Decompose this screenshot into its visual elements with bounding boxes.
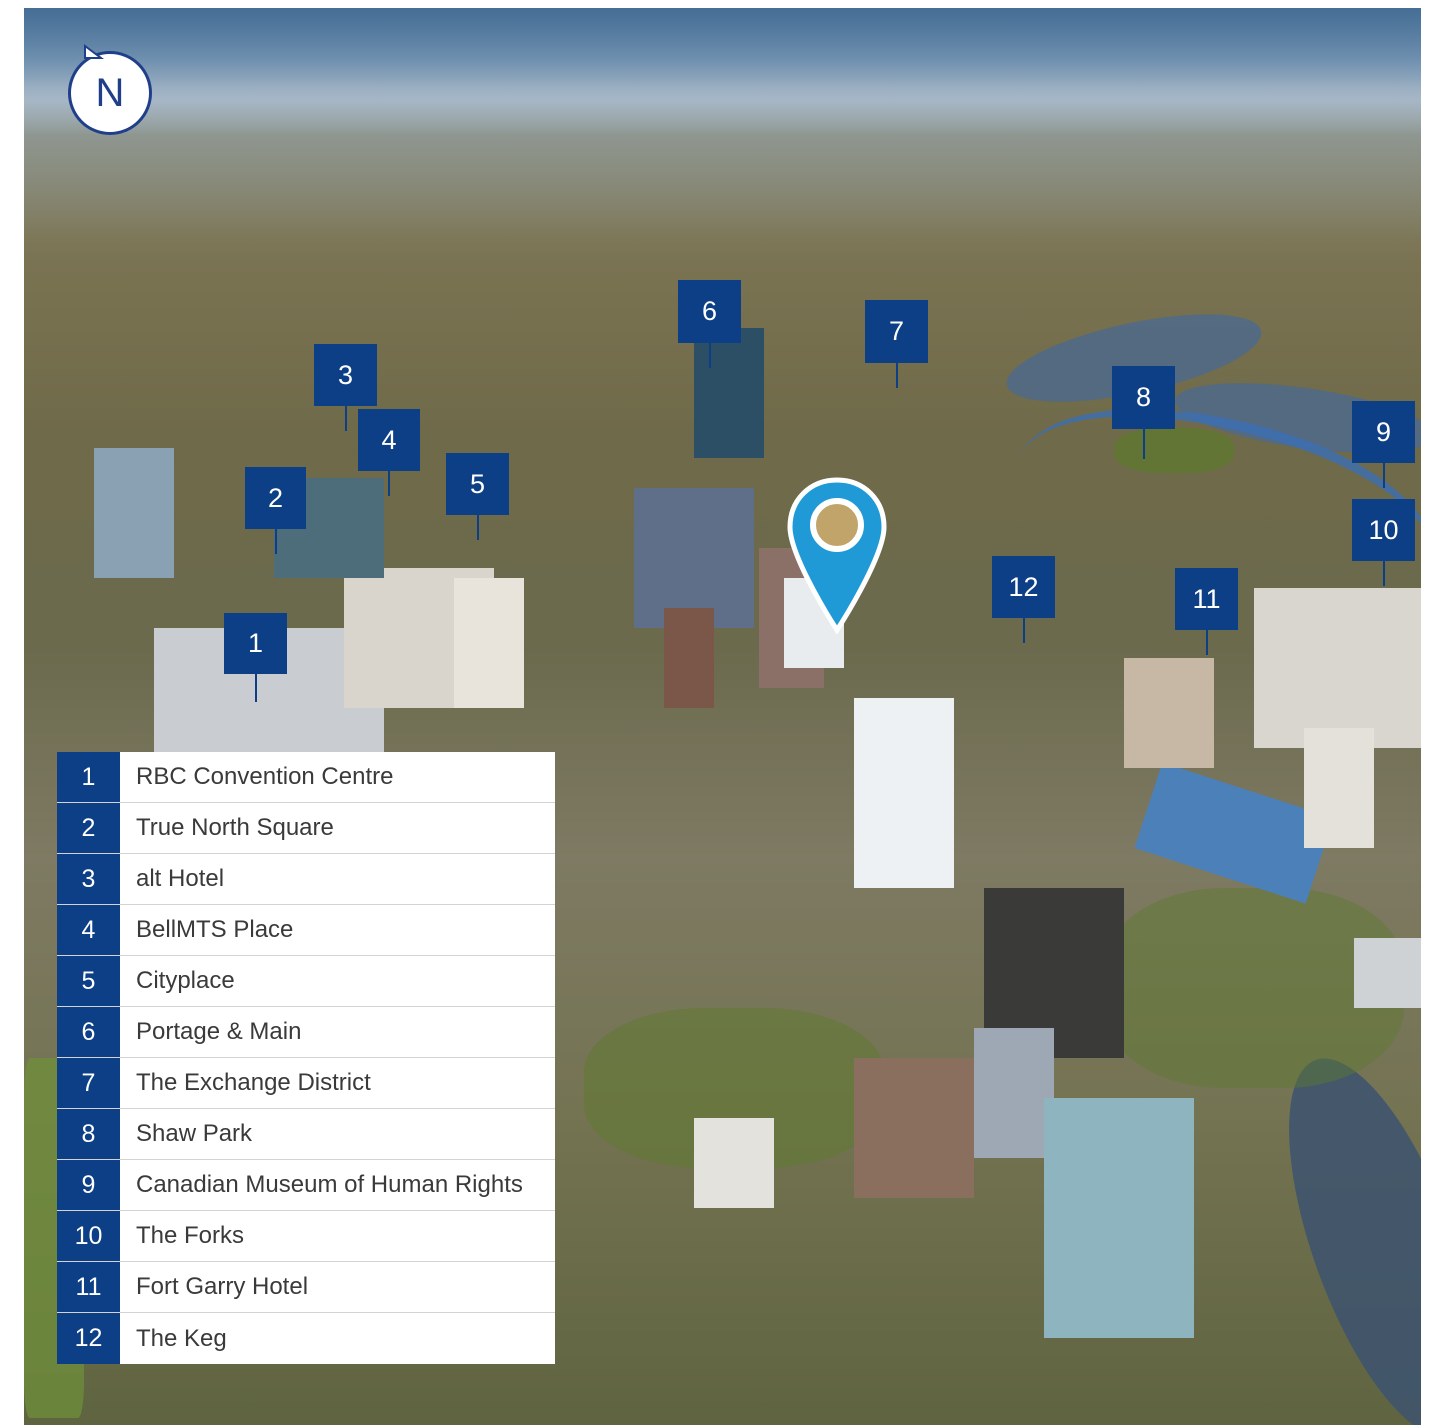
legend-row: 10 The Forks <box>57 1211 555 1262</box>
building <box>974 1028 1054 1158</box>
location-pin-icon[interactable] <box>786 476 888 641</box>
marker-stem <box>1383 561 1385 586</box>
legend-row: 2 True North Square <box>57 803 555 854</box>
marker-stem <box>477 515 479 540</box>
building <box>1254 588 1421 748</box>
map-marker-12[interactable]: 12 <box>992 556 1055 618</box>
building <box>694 328 764 458</box>
legend-name: RBC Convention Centre <box>136 763 394 790</box>
legend-row: 7 The Exchange District <box>57 1058 555 1109</box>
legend-name: Fort Garry Hotel <box>136 1273 309 1300</box>
building <box>1354 938 1421 1008</box>
building <box>1304 728 1374 848</box>
building <box>854 698 954 888</box>
marker-stem <box>1143 429 1145 459</box>
building <box>454 578 524 708</box>
legend-number: 1 <box>57 752 120 802</box>
river <box>1249 1036 1421 1425</box>
legend-number: 3 <box>57 854 120 904</box>
map-marker-8[interactable]: 8 <box>1112 366 1175 429</box>
marker-stem <box>388 471 390 496</box>
marker-stem <box>345 406 347 431</box>
park <box>1114 428 1234 473</box>
map-marker-6[interactable]: 6 <box>678 280 741 343</box>
sky-haze <box>24 8 1421 238</box>
legend-number: 4 <box>57 905 120 955</box>
legend-name: Cityplace <box>136 967 235 994</box>
marker-stem <box>275 529 277 554</box>
marker-stem <box>1206 630 1208 655</box>
map-marker-1[interactable]: 1 <box>224 613 287 674</box>
legend-name: The Exchange District <box>136 1069 371 1096</box>
map-marker-3[interactable]: 3 <box>314 344 377 406</box>
building <box>1124 658 1214 768</box>
legend-number: 9 <box>57 1160 120 1210</box>
compass-pointer-icon <box>84 44 104 59</box>
legend-number: 12 <box>57 1313 120 1364</box>
legend-row: 9 Canadian Museum of Human Rights <box>57 1160 555 1211</box>
marker-stem <box>709 343 711 368</box>
marker-stem <box>255 674 257 702</box>
map-marker-10[interactable]: 10 <box>1352 499 1415 561</box>
map-marker-7[interactable]: 7 <box>865 300 928 363</box>
legend-name: Portage & Main <box>136 1018 302 1045</box>
map-marker-2[interactable]: 2 <box>245 467 306 529</box>
legend-row: 11 Fort Garry Hotel <box>57 1262 555 1313</box>
legend-row: 5 Cityplace <box>57 956 555 1007</box>
building <box>1044 1098 1194 1338</box>
legend-number: 10 <box>57 1211 120 1261</box>
legend-name: Canadian Museum of Human Rights <box>136 1171 523 1198</box>
legend-row: 4 BellMTS Place <box>57 905 555 956</box>
legend-name: BellMTS Place <box>136 916 294 943</box>
building <box>664 608 714 708</box>
compass-label: N <box>95 71 125 115</box>
legend-number: 8 <box>57 1109 120 1159</box>
legend-row: 3 alt Hotel <box>57 854 555 905</box>
marker-stem <box>896 363 898 388</box>
legend-table: 1 RBC Convention Centre 2 True North Squ… <box>57 752 555 1364</box>
building <box>854 1058 974 1198</box>
legend-name: The Forks <box>136 1222 245 1249</box>
building <box>694 1118 774 1208</box>
legend-name: The Keg <box>136 1324 227 1352</box>
legend-number: 5 <box>57 956 120 1006</box>
legend-number: 11 <box>57 1262 120 1312</box>
legend-row: 8 Shaw Park <box>57 1109 555 1160</box>
legend-name: alt Hotel <box>136 865 225 892</box>
building <box>634 488 754 628</box>
legend-number: 2 <box>57 803 120 853</box>
map-marker-5[interactable]: 5 <box>446 453 509 515</box>
legend-name: Shaw Park <box>136 1120 253 1147</box>
legend-number: 6 <box>57 1007 120 1057</box>
legend-name: True North Square <box>136 814 334 841</box>
legend-row: 12 The Keg <box>57 1313 555 1364</box>
north-compass: N <box>68 44 152 135</box>
marker-stem <box>1383 463 1385 488</box>
map-marker-4[interactable]: 4 <box>358 409 420 471</box>
legend-row: 1 RBC Convention Centre <box>57 752 555 803</box>
legend-row: 6 Portage & Main <box>57 1007 555 1058</box>
legend-number: 7 <box>57 1058 120 1108</box>
map-marker-11[interactable]: 11 <box>1175 568 1238 630</box>
map-marker-9[interactable]: 9 <box>1352 401 1415 463</box>
marker-stem <box>1023 618 1025 643</box>
building <box>94 448 174 578</box>
